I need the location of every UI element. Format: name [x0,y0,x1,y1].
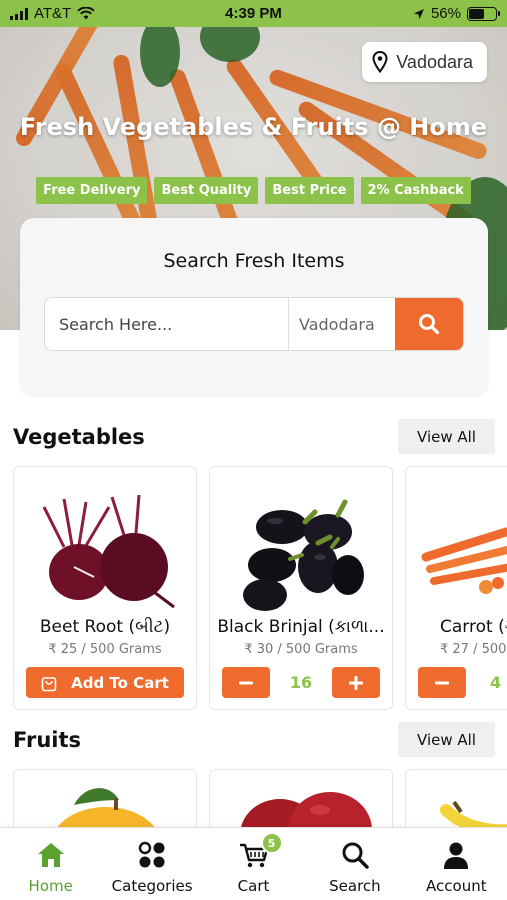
badge-best-price: Best Price [265,177,354,204]
minus-icon [435,681,449,684]
badge-free-delivery: Free Delivery [36,177,148,204]
carrier-label: AT&T [34,5,72,22]
tab-search[interactable]: Search [304,828,405,900]
product-card-beet-root[interactable]: Beet Root (બીટ) ₹ 25 / 500 Grams Add To … [13,466,197,710]
increase-quantity-button[interactable] [331,667,380,698]
fruits-title: Fruits [13,727,82,752]
tab-cart[interactable]: 5 Cart [203,828,304,900]
product-name: Black Brinjal (કાળા... [217,617,385,637]
vegetables-title: Vegetables [13,424,145,449]
status-bar: AT&T 4:39 PM 56% [0,0,507,27]
beet-root-image [42,494,175,609]
vegetables-view-all-button[interactable]: View All [398,419,495,454]
home-icon [37,843,64,867]
battery-icon [467,6,500,21]
add-to-cart-label: Add To Cart [71,673,169,692]
wifi-icon [77,7,95,20]
location-arrow-icon [413,8,424,19]
tab-cart-label: Cart [237,877,270,895]
search-input[interactable] [45,298,288,350]
quantity-stepper: 4 [418,667,507,698]
status-right: 56% [413,5,500,22]
status-left: AT&T [10,5,95,22]
location-label: Vadodara [396,51,473,72]
quantity-stepper: 16 [222,667,380,698]
plus-icon [348,675,363,690]
bottom-tab-bar: Home Categories 5 Cart Search Account [0,827,507,900]
feature-badges: Free Delivery Best Quality Best Price 2%… [0,177,507,204]
decrease-quantity-button[interactable] [222,667,270,698]
quantity-value: 4 [490,673,502,692]
location-pin-icon [372,51,388,73]
tab-search-label: Search [329,877,381,895]
search-button[interactable] [395,298,463,350]
add-to-cart-button[interactable]: Add To Cart [26,667,184,698]
account-icon [444,842,469,869]
vegetables-header: Vegetables View All [13,419,495,454]
search-title: Search Fresh Items [163,250,345,272]
shopping-bag-icon [41,676,57,691]
cart-count-badge: 5 [260,832,283,854]
badge-cashback: 2% Cashback [360,177,471,204]
tab-account[interactable]: Account [406,828,507,900]
tab-categories[interactable]: Categories [101,828,202,900]
search-card: Search Fresh Items Vadodara [20,218,488,395]
fruits-view-all-button[interactable]: View All [398,722,495,757]
search-bar: Vadodara [44,297,464,351]
minus-icon [239,681,253,684]
tab-home-label: Home [28,877,73,895]
vegetables-carousel[interactable]: Beet Root (બીટ) ₹ 25 / 500 Grams Add To … [13,466,507,710]
product-price: ₹ 27 / 500 [440,642,507,657]
categories-icon [138,841,165,868]
decrease-quantity-button[interactable] [418,667,466,698]
tab-home[interactable]: Home [0,828,101,900]
product-card-carrot[interactable]: Carrot (ગ ₹ 27 / 500 4 [405,466,507,710]
battery-percent: 56% [430,5,461,22]
product-card-black-brinjal[interactable]: Black Brinjal (કાળા... ₹ 30 / 500 Grams … [209,466,393,710]
tab-account-label: Account [426,877,487,895]
signal-icon [10,7,28,20]
product-price: ₹ 30 / 500 Grams [244,642,358,657]
quantity-value: 16 [289,673,313,692]
battery-level [469,8,484,19]
tab-categories-label: Categories [111,877,193,895]
hero-title: Fresh Vegetables & Fruits @ Home [19,113,488,141]
search-icon [342,842,369,869]
badge-best-quality: Best Quality [154,177,259,204]
product-name: Carrot (ગ [440,617,507,637]
location-selector[interactable]: Vadodara [362,42,487,82]
product-price: ₹ 25 / 500 Grams [48,642,162,657]
search-icon [419,314,440,335]
fruits-header: Fruits View All [13,722,495,757]
product-name: Beet Root (બીટ) [39,617,171,637]
clock: 4:39 PM [225,5,282,22]
carrot-image [421,527,507,594]
search-city-field[interactable]: Vadodara [288,298,395,350]
black-brinjal-image [243,499,364,611]
